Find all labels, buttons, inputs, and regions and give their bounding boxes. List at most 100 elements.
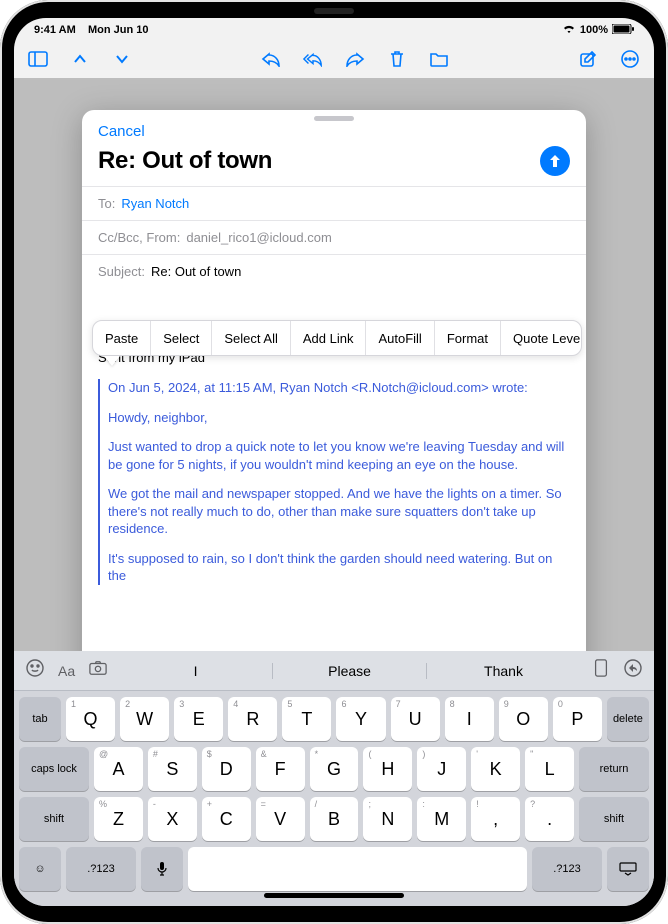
reply-icon[interactable]	[261, 49, 281, 69]
quote-body-3: It's supposed to rain, so I don't think …	[108, 550, 570, 585]
text-format-button[interactable]: Aa	[58, 663, 75, 679]
keyboard: Aa I Please Thank tab 1Q2W3E4R5T6Y7U8I9O…	[14, 651, 654, 906]
key-,[interactable]: !,	[471, 797, 520, 841]
popover-tail	[104, 356, 120, 366]
key-shift-right[interactable]: shift	[579, 797, 649, 841]
quote-greeting: Howdy, neighbor,	[108, 409, 570, 427]
key-tab[interactable]: tab	[19, 697, 61, 741]
chevron-down-icon[interactable]	[112, 49, 132, 69]
key-k[interactable]: 'K	[471, 747, 520, 791]
to-recipient[interactable]: Ryan Notch	[121, 196, 189, 211]
key-t[interactable]: 5T	[282, 697, 331, 741]
mail-toolbar	[14, 40, 654, 78]
cancel-button[interactable]: Cancel	[98, 123, 145, 140]
key-z[interactable]: %Z	[94, 797, 143, 841]
key-q[interactable]: 1Q	[66, 697, 115, 741]
ccbcc-label: Cc/Bcc, From:	[98, 230, 180, 245]
key-r[interactable]: 4R	[228, 697, 277, 741]
sticker-icon[interactable]	[26, 659, 44, 682]
compose-sheet: Cancel Re: Out of town To: Ryan Notch Cc…	[82, 110, 586, 681]
key-h[interactable]: (H	[363, 747, 412, 791]
status-right: 100%	[562, 24, 634, 37]
key-capslock[interactable]: caps lock	[19, 747, 89, 791]
key-n[interactable]: ;N	[363, 797, 412, 841]
status-bar: 9:41 AM Mon Jun 10 100%	[14, 18, 654, 40]
home-indicator[interactable]	[264, 893, 404, 898]
key-u[interactable]: 7U	[391, 697, 440, 741]
to-label: To:	[98, 196, 115, 211]
key-space[interactable]	[188, 847, 527, 891]
key-emoji[interactable]: ☺	[19, 847, 61, 891]
key-numsym-right[interactable]: .?123	[532, 847, 602, 891]
key-y[interactable]: 6Y	[336, 697, 385, 741]
key-dictation[interactable]	[141, 847, 183, 891]
key-x[interactable]: -X	[148, 797, 197, 841]
suggestion-1[interactable]: I	[119, 663, 272, 679]
key-numsym-left[interactable]: .?123	[66, 847, 136, 891]
undo-icon[interactable]	[624, 659, 642, 682]
key-j[interactable]: )J	[417, 747, 466, 791]
key-hide-keyboard[interactable]	[607, 847, 649, 891]
battery-icon	[612, 24, 634, 37]
key-v[interactable]: =V	[256, 797, 305, 841]
chevron-up-icon[interactable]	[70, 49, 90, 69]
key-f[interactable]: &F	[256, 747, 305, 791]
key-return[interactable]: return	[579, 747, 649, 791]
subject-label: Subject:	[98, 264, 145, 279]
key-a[interactable]: @A	[94, 747, 143, 791]
quote-meta: On Jun 5, 2024, at 11:15 AM, Ryan Notch …	[108, 379, 570, 397]
compose-icon[interactable]	[578, 49, 598, 69]
key-c[interactable]: +C	[202, 797, 251, 841]
quote-body-1: Just wanted to drop a quick note to let …	[108, 438, 570, 473]
compose-title: Re: Out of town	[98, 147, 272, 175]
key-s[interactable]: #S	[148, 747, 197, 791]
wifi-icon	[562, 24, 576, 37]
key-delete[interactable]: delete	[607, 697, 649, 741]
trash-icon[interactable]	[387, 49, 407, 69]
key-.[interactable]: ?.	[525, 797, 574, 841]
key-e[interactable]: 3E	[174, 697, 223, 741]
screen: 9:41 AM Mon Jun 10 100%	[14, 18, 654, 906]
quoted-reply: On Jun 5, 2024, at 11:15 AM, Ryan Notch …	[98, 379, 570, 585]
to-field[interactable]: To: Ryan Notch	[82, 186, 586, 220]
folder-icon[interactable]	[429, 49, 449, 69]
sheet-grabber[interactable]	[314, 116, 354, 121]
popover-paste[interactable]: Paste	[93, 321, 151, 355]
popover-autofill[interactable]: AutoFill	[366, 321, 434, 355]
key-p[interactable]: 0P	[553, 697, 602, 741]
key-shift-left[interactable]: shift	[19, 797, 89, 841]
key-m[interactable]: :M	[417, 797, 466, 841]
key-g[interactable]: *G	[310, 747, 359, 791]
subject-value: Re: Out of town	[151, 264, 241, 279]
from-address: daniel_rico1@icloud.com	[186, 230, 331, 245]
subject-field[interactable]: Subject: Re: Out of town	[82, 254, 586, 288]
popover-add-link[interactable]: Add Link	[291, 321, 367, 355]
popover-quote-level[interactable]: Quote Level	[501, 321, 582, 355]
key-w[interactable]: 2W	[120, 697, 169, 741]
forward-icon[interactable]	[345, 49, 365, 69]
sidebar-icon[interactable]	[28, 49, 48, 69]
popover-select-all[interactable]: Select All	[212, 321, 290, 355]
battery-percent: 100%	[580, 24, 608, 36]
camera-notch	[314, 8, 354, 14]
edit-popover: Paste Select Select All Add Link AutoFil…	[92, 320, 582, 356]
compose-body[interactable]: Sent from my iPad On Jun 5, 2024, at 11:…	[82, 340, 586, 681]
popover-format[interactable]: Format	[435, 321, 501, 355]
more-icon[interactable]	[620, 49, 640, 69]
key-l[interactable]: "L	[525, 747, 574, 791]
camera-icon[interactable]	[89, 659, 107, 682]
send-button[interactable]	[540, 146, 570, 176]
suggestion-3[interactable]: Thank	[426, 663, 580, 679]
scan-icon[interactable]	[592, 659, 610, 682]
ccbcc-field[interactable]: Cc/Bcc, From: daniel_rico1@icloud.com	[82, 220, 586, 254]
key-i[interactable]: 8I	[445, 697, 494, 741]
suggestion-2[interactable]: Please	[272, 663, 426, 679]
key-d[interactable]: $D	[202, 747, 251, 791]
popover-select[interactable]: Select	[151, 321, 212, 355]
quote-body-2: We got the mail and newspaper stopped. A…	[108, 485, 570, 538]
key-b[interactable]: /B	[310, 797, 359, 841]
key-rows: tab 1Q2W3E4R5T6Y7U8I9O0Pdelete caps lock…	[14, 691, 654, 906]
reply-all-icon[interactable]	[303, 49, 323, 69]
key-o[interactable]: 9O	[499, 697, 548, 741]
suggestion-bar: Aa I Please Thank	[14, 651, 654, 691]
